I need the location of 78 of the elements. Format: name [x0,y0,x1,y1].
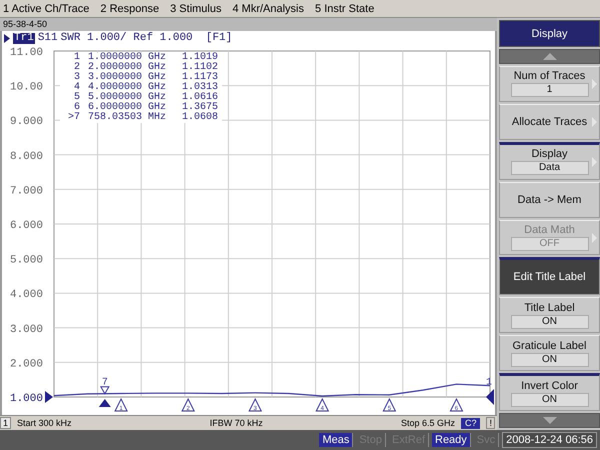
triangle-icon [4,34,10,42]
softkey-button[interactable]: Invert Color ON [499,373,600,412]
up-arrow-icon [542,53,556,60]
marker-stimulus: 5.0000000 GHz [88,93,166,103]
reference-triangle-icon [45,391,53,403]
submenu-arrow-icon [592,232,597,242]
submenu-arrow-icon [592,156,597,167]
axis-tick-label: 4.000 [10,289,43,302]
window-title: 95-38-4-50 [0,18,497,31]
marker-number: 3 [72,73,80,83]
scroll-down-button[interactable] [499,413,600,428]
down-arrow-icon [542,417,556,424]
marker-value: 1.3675 [182,103,218,113]
axis-tick-label: 1.000 [10,393,43,405]
marker-number: >7 [66,113,80,123]
menu-item[interactable]: 5 Instr State [315,2,374,14]
softkey-value: ON [510,392,588,407]
softkey-button[interactable]: Graticule Label ON [499,335,600,372]
marker-flag: 7 [100,378,110,395]
marker-stimulus: 6.0000000 GHz [88,103,166,113]
axis-tick-label: 9.000 [10,116,43,128]
softkey-value: ON [510,314,588,329]
trace-parameter: S11 [38,32,58,44]
axis-tick-label: 11.00 [10,47,43,59]
marker-value: 1.1173 [182,73,218,83]
softkey-value: ON [510,352,588,367]
status-indicator: Meas [319,433,354,447]
menu-item[interactable]: 3 Stimulus [170,2,222,14]
softkey-value: 1 [510,83,588,98]
menu-item[interactable]: 4 Mkr/Analysis [232,2,304,14]
channel-number: 1 [0,417,12,429]
trace-end-label: 1 [486,378,492,389]
trace-settings: SWR 1.000/ Ref 1.000 [F1] [60,32,232,44]
scroll-up-button[interactable] [499,49,600,64]
marker-number: 1 [72,53,80,63]
start-frequency: Start 300 kHz [17,418,72,428]
softkey-menu-title: Display [499,20,600,47]
marker-value: 1.1102 [182,63,218,73]
softkey-button[interactable]: Display Data [499,142,600,180]
marker-value: 1.0608 [182,113,218,123]
marker-number: 2 [72,63,80,73]
softkey-value: Data [510,161,588,176]
marker-stimulus: 1.0000000 GHz [88,53,166,63]
axis-tick-label: 7.000 [10,185,43,198]
axis-tick-label: 5.000 [10,254,43,267]
menu-item[interactable]: 1 Active Ch/Trace [3,2,90,14]
ifbw-setting: IFBW 70 kHz [210,418,263,428]
submenu-arrow-icon [592,116,597,127]
marker-stimulus: 3.0000000 GHz [88,73,166,83]
calibration-status: C? [460,418,480,428]
marker-number: 4 [72,83,80,93]
marker-number: 5 [72,93,80,103]
softkey-button[interactable]: Allocate Traces [499,104,600,140]
softkey-button[interactable]: Title Label ON [499,297,600,334]
marker-value: 1.1019 [182,53,218,63]
marker-stimulus: 758.03503 MHz [88,113,166,123]
softkey-button[interactable]: Num of Traces 1 [499,66,600,102]
marker-stimulus: 4.0000000 GHz [88,83,166,93]
axis-tick-label: 3.000 [10,324,43,336]
warning-indicator: ! [486,417,495,429]
softkey-button[interactable]: Data -> Mem [499,182,600,218]
reference-triangle-icon [486,389,494,405]
softkey-button[interactable]: Edit Title Label [499,257,600,296]
trace-label[interactable]: Tr1 [13,32,35,44]
menu-item[interactable]: 2 Response [100,2,160,14]
axis-tick-label: 6.000 [10,220,43,232]
marker-value: 1.0616 [182,93,218,103]
marker-stimulus: 2.0000000 GHz [88,63,166,73]
submenu-arrow-icon [592,78,597,89]
axis-tick-label: 2.000 [10,358,43,370]
axis-tick-label: 8.000 [10,150,43,163]
status-indicator: Ready [432,433,471,447]
axis-tick-label: 10.00 [10,82,43,94]
marker-value: 1.0313 [182,83,218,93]
softkey-value: OFF [510,237,588,251]
stop-frequency: Stop 6.5 GHz [400,418,455,428]
marker-number: 6 [74,103,80,113]
date-time: 2008-12-24 06:56 [502,432,597,448]
